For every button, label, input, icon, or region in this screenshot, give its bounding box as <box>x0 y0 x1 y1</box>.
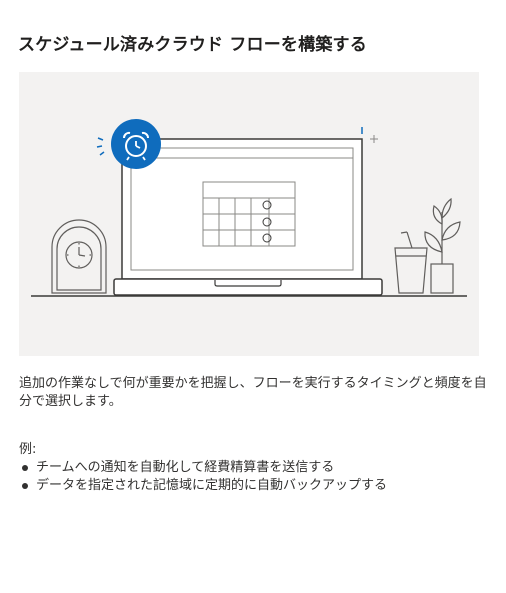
illustration-graphic <box>31 119 467 297</box>
laptop-icon <box>113 138 383 296</box>
bullet-icon <box>22 465 28 471</box>
example-text: チームへの通知を自動化して経費精算書を送信する <box>36 460 335 475</box>
ring-lines-icon <box>96 137 105 156</box>
example-item: データを指定された記憶域に定期的に自動バックアップする <box>19 477 489 495</box>
examples-label: 例: <box>19 442 37 457</box>
bullet-icon <box>22 483 28 489</box>
cup-icon <box>394 231 428 294</box>
alarm-clock-icon <box>111 119 161 169</box>
examples-list: チームへの通知を自動化して経費精算書を送信する データを指定された記憶域に定期的… <box>19 459 489 495</box>
description-text: 追加の作業なしで何が重要かを把握し、フローを実行するタイミングと頻度を自分で選択… <box>19 376 487 409</box>
scheduled-flow-illustration <box>19 72 479 356</box>
sparkle-icon <box>370 135 378 143</box>
scheduled-flow-dialog: スケジュール済みクラウド フローを構築する 追加の作業なしで何が重要かを把握し、… <box>0 0 506 593</box>
example-text: データを指定された記憶域に定期的に自動バックアップする <box>36 478 388 493</box>
desk-clock-icon <box>51 219 107 294</box>
example-item: チームへの通知を自動化して経費精算書を送信する <box>19 459 489 477</box>
dialog-title: スケジュール済みクラウド フローを構築する <box>18 35 367 55</box>
plant-icon <box>424 197 461 294</box>
